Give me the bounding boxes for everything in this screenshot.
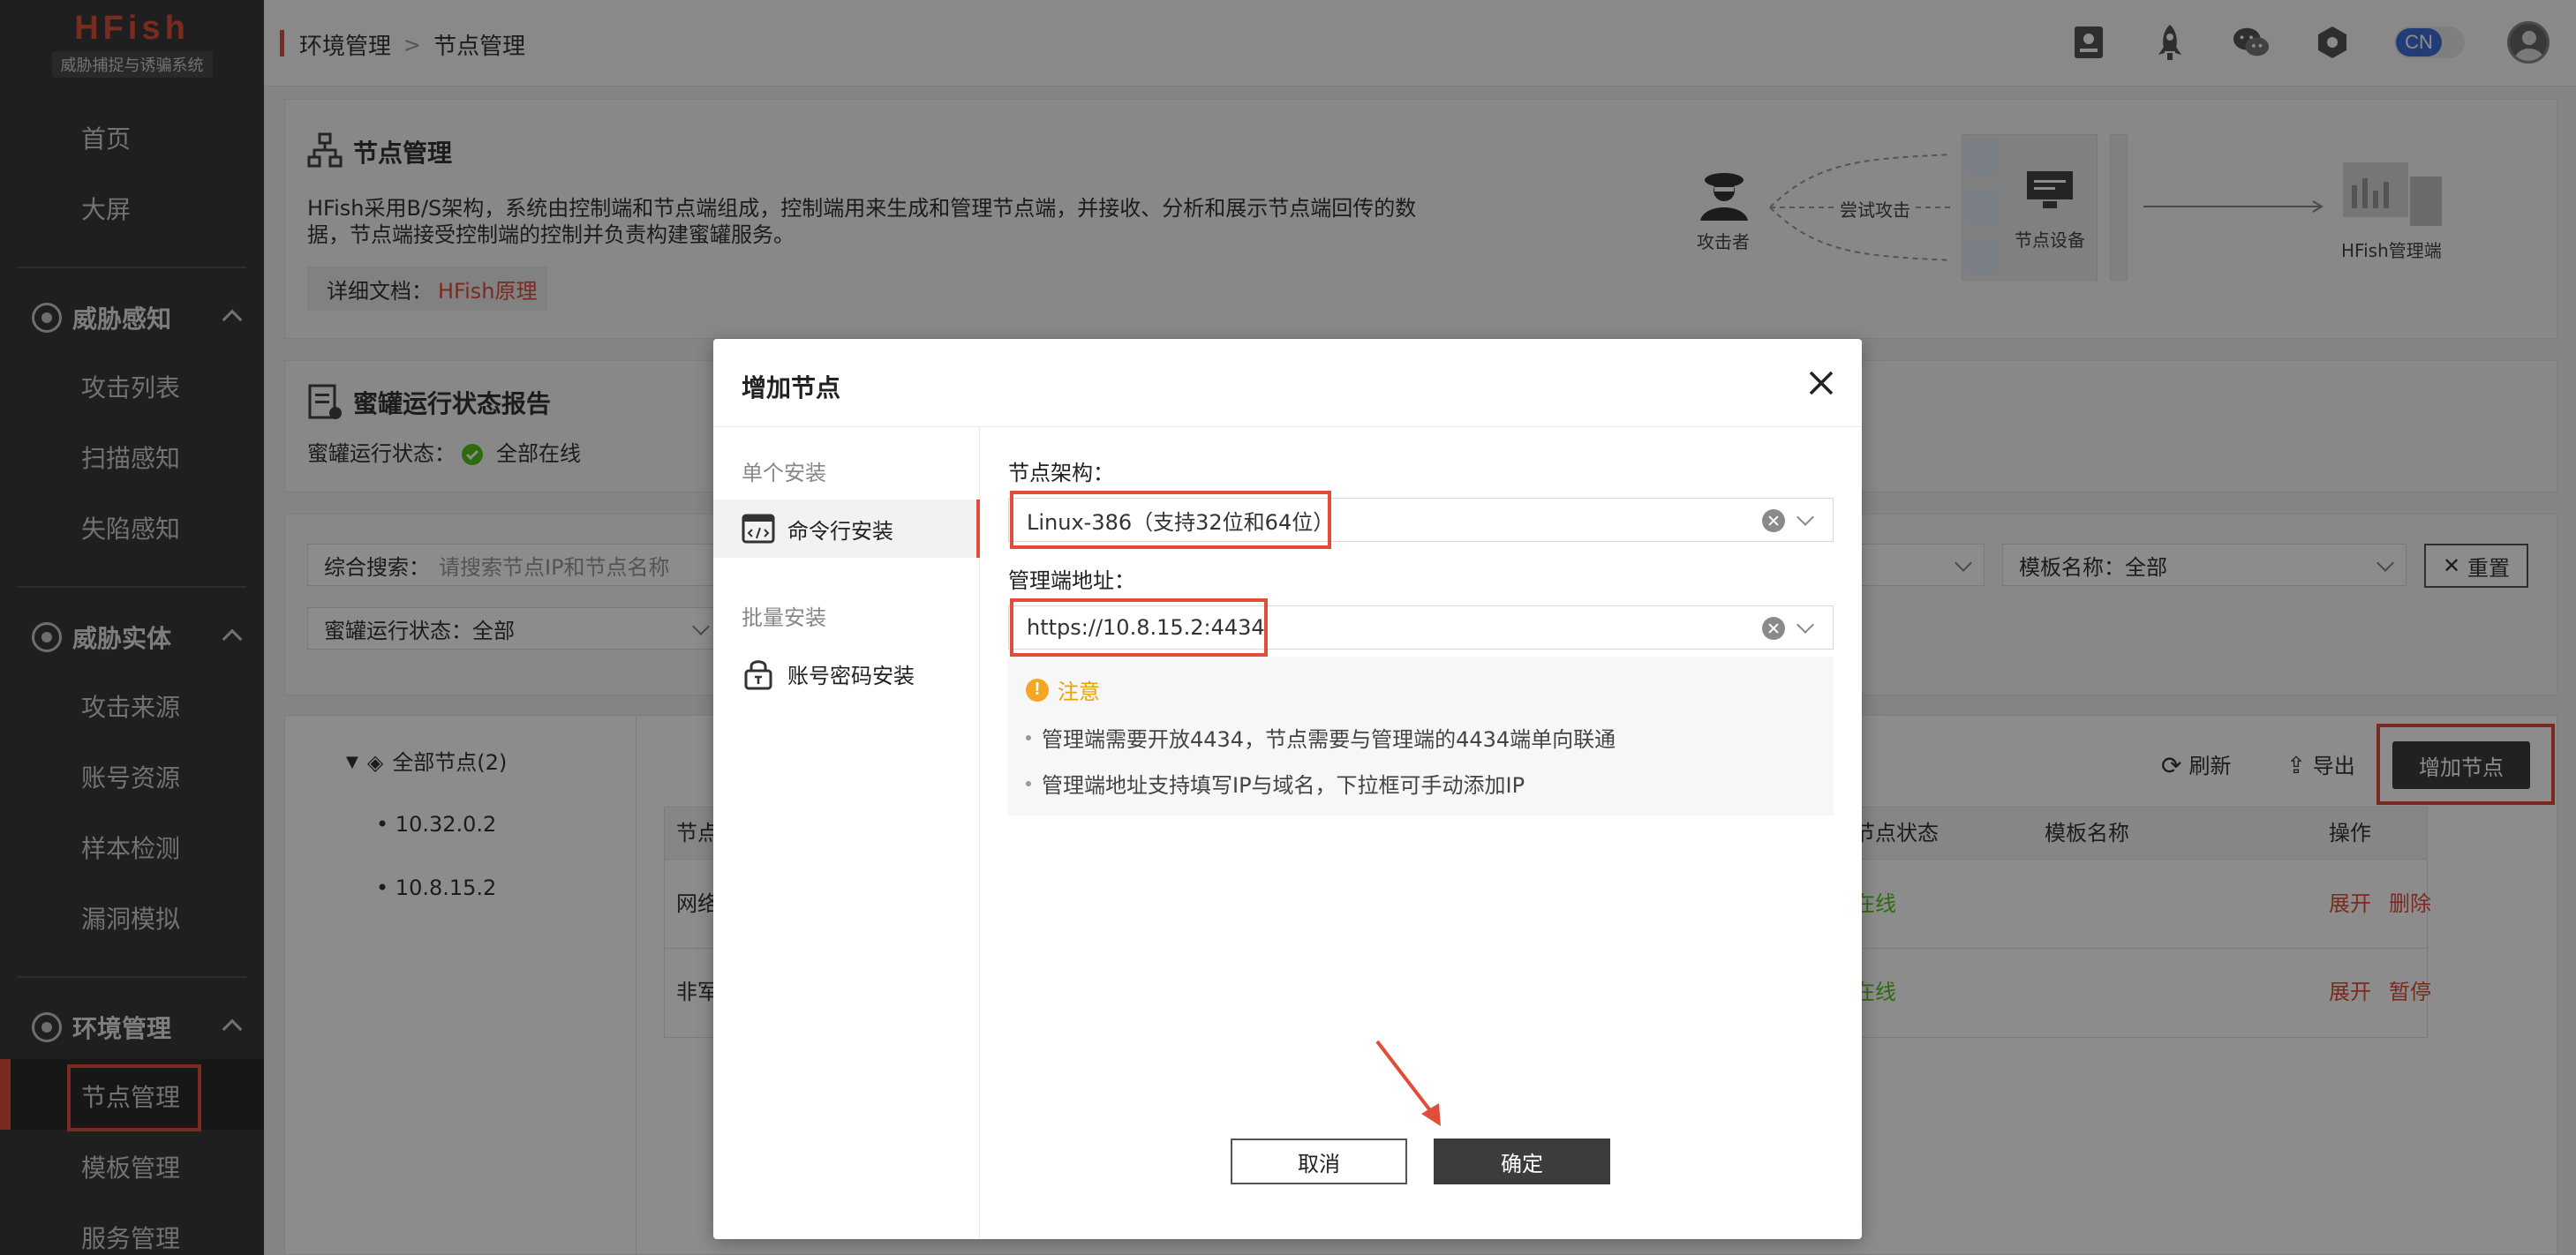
bullet-dot <box>1026 780 1031 786</box>
lock-icon <box>744 660 772 690</box>
highlight-box-arch <box>1010 491 1331 549</box>
menu-item-label: 命令行安装 <box>787 518 893 544</box>
notice-title-text: 注意 <box>1058 680 1100 704</box>
notice-box: ! 注意 管理端需要开放4434，节点需要与管理端的4434端单向联通 管理端地… <box>1008 657 1834 815</box>
notice-line: 管理端需要开放4434，节点需要与管理端的4434端单向联通 <box>1026 722 1616 753</box>
bullet-dot <box>1026 734 1031 740</box>
close-icon[interactable] <box>1804 365 1839 401</box>
install-method-menu: 单个安装 命令行安装 批量安装 账号密码安装 <box>713 427 980 1239</box>
batch-install-label: 批量安装 <box>742 605 826 630</box>
menu-item-label: 账号密码安装 <box>787 663 915 688</box>
clear-icon[interactable] <box>1762 617 1785 640</box>
chevron-down-icon <box>1796 508 1814 526</box>
arch-label: 节点架构： <box>1008 461 1114 485</box>
cancel-button[interactable]: 取消 <box>1231 1139 1407 1184</box>
clear-icon[interactable] <box>1762 509 1785 532</box>
notice-line-text: 管理端地址支持填写IP与域名，下拉框可手动添加IP <box>1042 773 1525 798</box>
terminal-icon <box>742 514 775 544</box>
notice-title: ! 注意 <box>1026 674 1100 705</box>
modal-header: 增加节点 <box>713 339 1862 427</box>
highlight-box-address <box>1010 598 1268 657</box>
annotation-arrow-icon <box>1375 1040 1441 1126</box>
add-node-modal: 增加节点 单个安装 命令行安装 批量安装 账号密码安装 节点架构： Linux-… <box>713 339 1862 1239</box>
addr-label: 管理端地址： <box>1008 568 1135 593</box>
notice-line: 管理端地址支持填写IP与域名，下拉框可手动添加IP <box>1026 768 1525 799</box>
menu-item-cmd-install[interactable]: 命令行安装 <box>713 500 980 558</box>
confirm-button[interactable]: 确定 <box>1434 1139 1610 1184</box>
chevron-down-icon <box>1796 616 1814 634</box>
single-install-label: 单个安装 <box>742 461 826 485</box>
warning-icon: ! <box>1026 678 1049 702</box>
notice-line-text: 管理端需要开放4434，节点需要与管理端的4434端单向联通 <box>1042 727 1616 752</box>
modal-title: 增加节点 <box>742 373 841 402</box>
menu-item-account-install[interactable]: 账号密码安装 <box>713 644 980 703</box>
